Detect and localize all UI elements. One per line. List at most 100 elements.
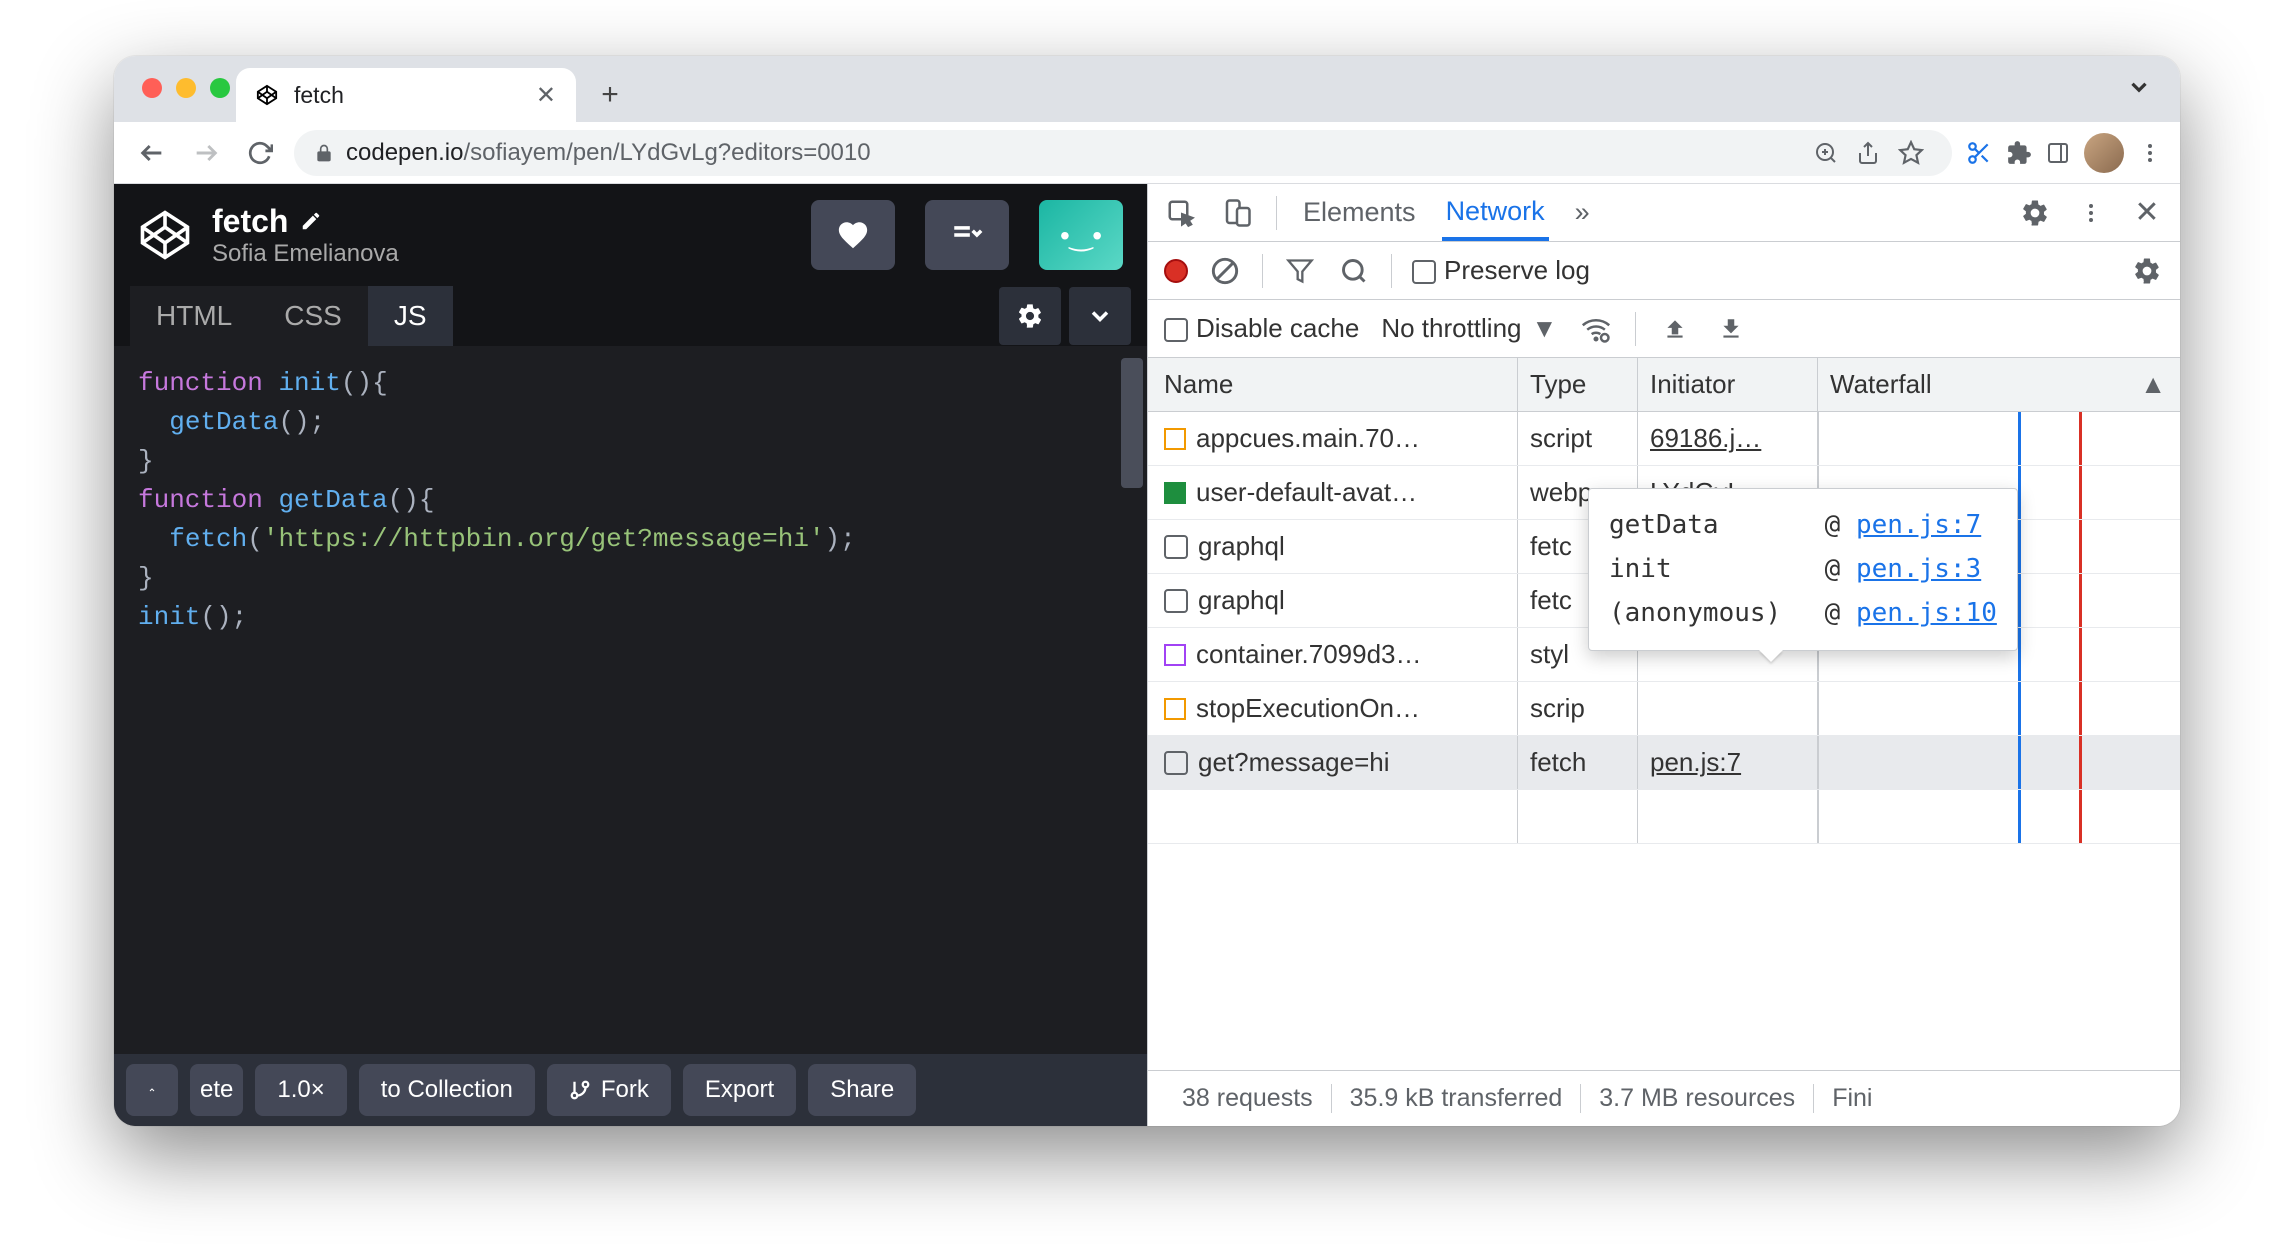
tab-network[interactable]: Network <box>1442 186 1549 241</box>
kebab-menu-icon[interactable] <box>2074 196 2108 230</box>
request-name: user-default-avat… <box>1196 477 1417 508</box>
network-table: appcues.main.70… script 69186.j… user-defau… <box>1148 412 2180 1070</box>
col-name[interactable]: Name <box>1148 358 1518 411</box>
network-toolbar-1: Preserve log <box>1148 242 2180 300</box>
request-type: webp <box>1530 477 1592 508</box>
gear-icon[interactable] <box>2130 254 2164 288</box>
stack-link[interactable]: pen.js:10 <box>1856 598 1997 628</box>
filter-icon[interactable] <box>1283 254 1317 288</box>
delete-button[interactable]: ete <box>190 1064 243 1116</box>
stack-fn: getData <box>1609 503 1809 547</box>
codepen-icon <box>256 84 278 106</box>
throttling-select[interactable]: No throttling▼ <box>1381 313 1557 344</box>
inspect-icon[interactable] <box>1164 196 1198 230</box>
pen-author: Sofia Emelianova <box>212 240 781 268</box>
user-avatar[interactable]: •‿• <box>1039 200 1123 270</box>
export-button[interactable]: Export <box>683 1064 796 1116</box>
tab-title: fetch <box>294 82 520 109</box>
upload-icon[interactable] <box>1658 312 1692 346</box>
minimize-window-icon[interactable] <box>176 78 196 98</box>
request-name: appcues.main.70… <box>1196 423 1420 454</box>
record-button[interactable] <box>1164 259 1188 283</box>
download-icon[interactable] <box>1714 312 1748 346</box>
reload-button[interactable] <box>240 133 280 173</box>
codepen-panel: fetch Sofia Emelianova •‿• HTML CSS JS f… <box>114 184 1147 1126</box>
url-path: /sofiayem/pen/LYdGvLg?editors=0010 <box>463 139 870 166</box>
waterfall-cell <box>1818 682 2180 735</box>
scissors-icon[interactable] <box>1966 140 1992 166</box>
star-icon[interactable] <box>1898 140 1924 166</box>
request-type: fetch <box>1530 747 1586 778</box>
zoom-level[interactable]: 1.0× <box>255 1064 346 1116</box>
close-tab-icon[interactable]: ✕ <box>536 81 556 110</box>
gear-icon[interactable] <box>2018 196 2052 230</box>
profile-avatar[interactable] <box>2084 133 2124 173</box>
chevron-down-icon[interactable] <box>2126 74 2152 100</box>
initiator-tooltip: getData @ pen.js:7init @ pen.js:3(anonym… <box>1588 488 2018 651</box>
address-bar[interactable]: codepen.io/sofiayem/pen/LYdGvLg?editors=… <box>294 130 1952 176</box>
browser-tab[interactable]: fetch ✕ <box>236 68 576 122</box>
col-initiator[interactable]: Initiator <box>1638 358 1818 411</box>
request-type: script <box>1530 423 1592 454</box>
extensions-icon[interactable] <box>2006 140 2032 166</box>
initiator-link[interactable]: 69186.j… <box>1650 423 1761 454</box>
heart-button[interactable] <box>811 200 895 270</box>
tab-elements[interactable]: Elements <box>1299 187 1420 238</box>
device-toggle-icon[interactable] <box>1220 196 1254 230</box>
waterfall-cell <box>1818 736 2180 789</box>
settings-button[interactable] <box>999 287 1061 345</box>
table-row[interactable]: appcues.main.70… script 69186.j… <box>1148 412 2180 466</box>
devtools-tabs: Elements Network » ✕ <box>1148 184 2180 242</box>
request-name: graphql <box>1198 531 1285 562</box>
tab-js[interactable]: JS <box>368 286 453 346</box>
kebab-menu-icon[interactable] <box>2138 141 2162 165</box>
code-editor[interactable]: function init(){ getData();}function get… <box>114 346 1147 1054</box>
devtools-statusbar: 38 requests 35.9 kB transferred 3.7 MB r… <box>1148 1070 2180 1126</box>
tab-html[interactable]: HTML <box>130 286 258 346</box>
fork-button[interactable]: Fork <box>547 1064 671 1116</box>
wifi-icon[interactable] <box>1579 312 1613 346</box>
tab-more[interactable]: » <box>1571 187 1594 238</box>
initiator-link[interactable]: pen.js:7 <box>1650 747 1741 778</box>
stack-fn: (anonymous) <box>1609 591 1809 635</box>
preserve-log-checkbox[interactable]: Preserve log <box>1412 255 1590 286</box>
new-tab-button[interactable]: + <box>588 73 632 117</box>
request-name: graphql <box>1198 585 1285 616</box>
zoom-icon[interactable] <box>1814 141 1838 165</box>
share-icon[interactable] <box>1856 141 1880 165</box>
search-icon[interactable] <box>1337 254 1371 288</box>
col-waterfall[interactable]: Waterfall▲ <box>1818 358 2180 411</box>
pencil-icon[interactable] <box>300 210 322 232</box>
codepen-footer: ete 1.0× to Collection Fork Export Share <box>114 1054 1147 1126</box>
request-type: styl <box>1530 639 1569 670</box>
browser-tabstrip: fetch ✕ + <box>114 56 2180 122</box>
close-window-icon[interactable] <box>142 78 162 98</box>
request-name: get?message=hi <box>1198 747 1390 778</box>
maximize-window-icon[interactable] <box>210 78 230 98</box>
table-row[interactable]: get?message=hi fetch pen.js:7 <box>1148 736 2180 790</box>
tab-css[interactable]: CSS <box>258 286 368 346</box>
expand-button[interactable] <box>126 1064 178 1116</box>
share-button[interactable]: Share <box>808 1064 916 1116</box>
url-host: codepen.io <box>346 139 463 166</box>
sidepanel-icon[interactable] <box>2046 141 2070 165</box>
col-type[interactable]: Type <box>1518 358 1638 411</box>
scrollbar-thumb[interactable] <box>1121 358 1143 488</box>
stack-fn: init <box>1609 547 1809 591</box>
disable-cache-checkbox[interactable]: Disable cache <box>1164 313 1359 344</box>
to-collection-button[interactable]: to Collection <box>359 1064 535 1116</box>
view-button[interactable] <box>925 200 1009 270</box>
table-row[interactable]: stopExecutionOn…scrip <box>1148 682 2180 736</box>
status-resources: 3.7 MB resources <box>1581 1084 1814 1113</box>
back-button[interactable] <box>132 133 172 173</box>
close-icon[interactable]: ✕ <box>2130 196 2164 230</box>
clear-icon[interactable] <box>1208 254 1242 288</box>
request-type: scrip <box>1530 693 1585 724</box>
devtools-panel: Elements Network » ✕ Preserve log <box>1147 184 2180 1126</box>
stack-link[interactable]: pen.js:7 <box>1856 510 1981 540</box>
stack-link[interactable]: pen.js:3 <box>1856 554 1981 584</box>
collapse-button[interactable] <box>1069 287 1131 345</box>
codepen-header: fetch Sofia Emelianova •‿• <box>114 184 1147 286</box>
forward-button[interactable] <box>186 133 226 173</box>
request-name: container.7099d3… <box>1196 639 1422 670</box>
